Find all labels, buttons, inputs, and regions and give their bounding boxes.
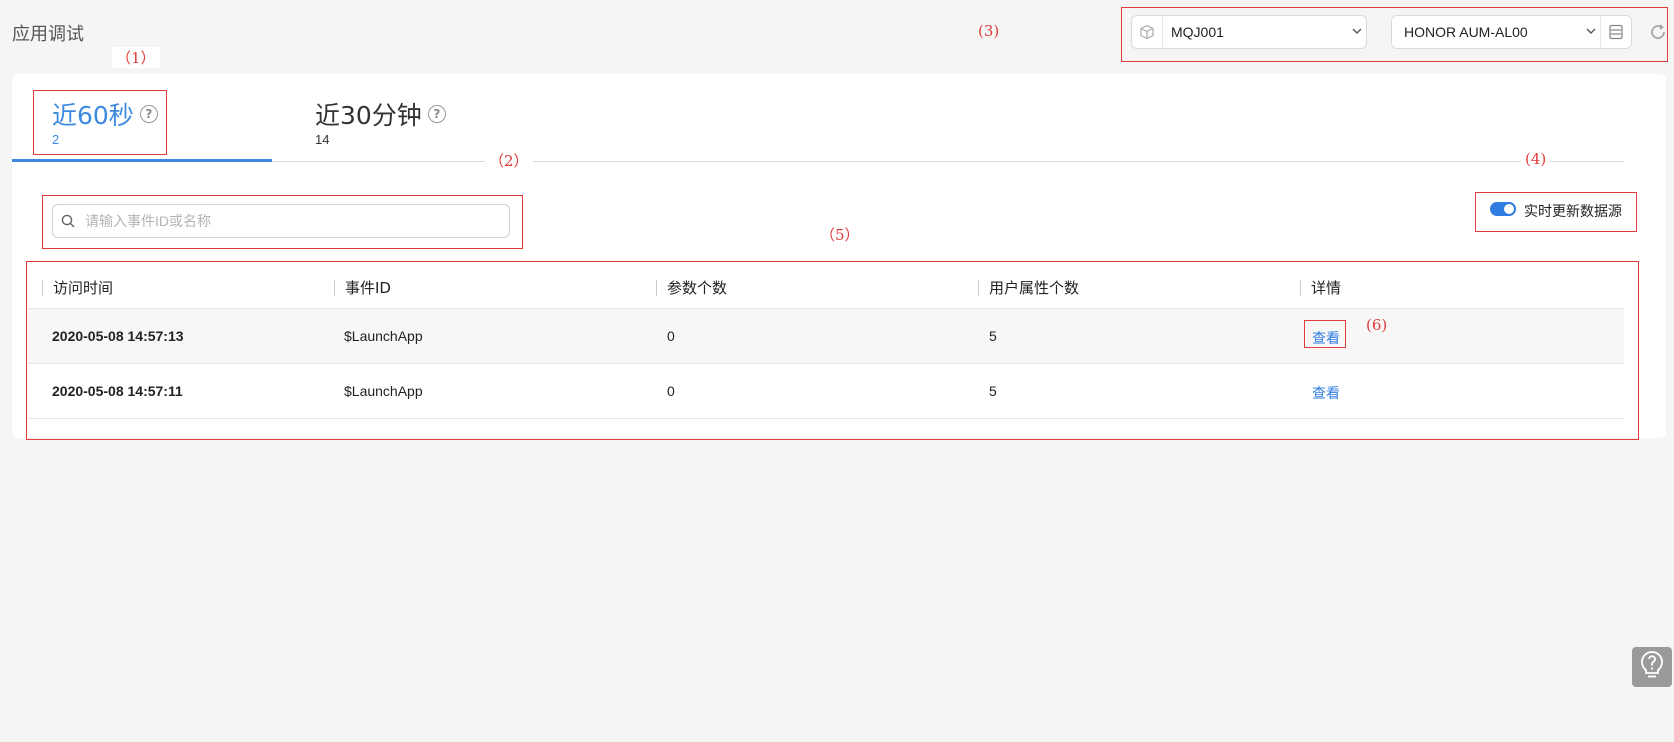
tab-last-60s-count: 2: [52, 132, 60, 147]
column-header-param-count: 参数个数: [656, 280, 727, 296]
annotation-marker-1: （1）: [112, 47, 160, 68]
cell-param-count: 0: [667, 328, 675, 344]
app-selector[interactable]: MQJ001: [1131, 15, 1367, 49]
table-header: 访问时间 事件ID 参数个数 用户属性个数 详情: [28, 270, 1624, 309]
tab-last-30min[interactable]: 近30分钟 ? 14: [315, 96, 446, 147]
annotation-marker-4: (4): [1521, 150, 1551, 168]
cell-param-count: 0: [667, 383, 675, 399]
annotation-marker-2: （2）: [485, 150, 533, 171]
cell-event-id: $LaunchApp: [344, 383, 423, 399]
annotation-marker-5: （5）: [816, 224, 864, 245]
toggle-knob: [1504, 204, 1514, 214]
help-button[interactable]: [1632, 647, 1672, 687]
search-input[interactable]: [83, 206, 509, 236]
cell-event-id: $LaunchApp: [344, 328, 423, 344]
tab-last-30min-label: 近30分钟: [315, 101, 422, 130]
lightbulb-help-icon: [1639, 650, 1665, 684]
tab-last-60s[interactable]: 近60秒 ? 2: [52, 96, 158, 147]
help-circle-icon[interactable]: ?: [427, 105, 446, 123]
column-header-detail: 详情: [1300, 280, 1341, 296]
cube-icon: [1132, 16, 1163, 48]
help-circle-icon[interactable]: ?: [139, 105, 158, 123]
chevron-down-icon: [1348, 25, 1366, 39]
cell-visit-time: 2020-05-08 14:57:11: [52, 383, 183, 399]
chevron-down-icon: [1582, 25, 1600, 39]
tab-last-30min-count: 14: [315, 132, 330, 147]
active-tab-indicator: [12, 159, 272, 162]
search-box[interactable]: [52, 204, 510, 238]
cell-visit-time: 2020-05-08 14:57:13: [52, 328, 184, 344]
realtime-update-toggle[interactable]: [1490, 202, 1516, 216]
app-selector-value: MQJ001: [1171, 24, 1224, 40]
annotation-box-6: [1304, 320, 1346, 348]
view-detail-link[interactable]: 查看: [1312, 383, 1340, 403]
column-header-event-id: 事件ID: [334, 280, 391, 296]
device-selector[interactable]: HONOR AUM-AL00: [1391, 15, 1632, 49]
refresh-icon[interactable]: [1648, 22, 1668, 42]
annotation-marker-3: (3): [978, 22, 1000, 40]
column-header-visit-time: 访问时间: [42, 280, 113, 296]
annotation-marker-6: (6): [1366, 316, 1388, 334]
device-selector-value: HONOR AUM-AL00: [1404, 24, 1528, 40]
search-icon: [53, 214, 83, 228]
tab-last-60s-label: 近60秒: [52, 101, 134, 130]
column-header-user-prop-count: 用户属性个数: [978, 280, 1079, 296]
cell-user-prop-count: 5: [989, 383, 997, 399]
device-list-icon[interactable]: [1600, 16, 1631, 48]
table-row: 2020-05-08 14:57:11 $LaunchApp 0 5 查看: [28, 364, 1624, 419]
page-title: 应用调试: [12, 24, 84, 45]
realtime-update-label: 实时更新数据源: [1524, 204, 1622, 220]
cell-user-prop-count: 5: [989, 328, 997, 344]
